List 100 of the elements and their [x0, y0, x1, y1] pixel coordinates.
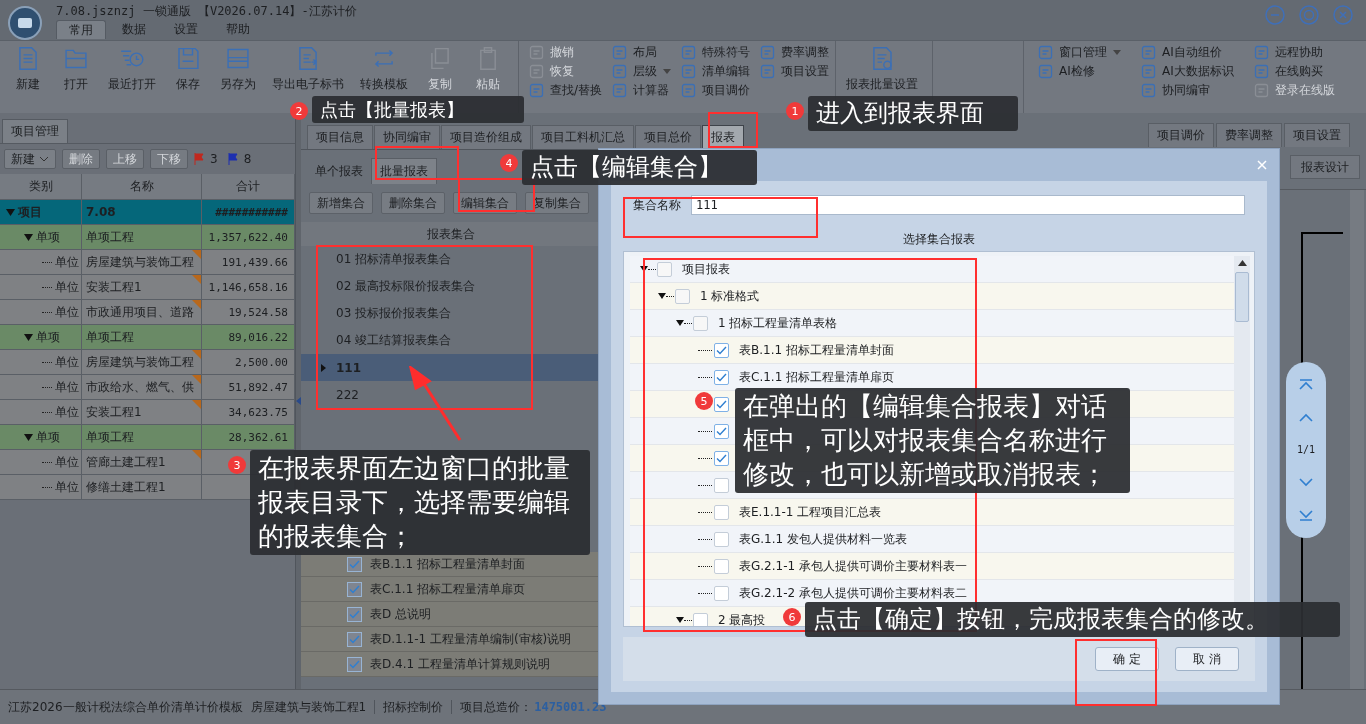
toolbar-button[interactable]: 打开 [54, 43, 98, 93]
content-tab[interactable]: 项目信息 [307, 125, 373, 149]
flag-count: 3 [210, 152, 218, 166]
category-cell: 单位 [55, 478, 79, 496]
toolbar-button[interactable]: 另存为 [214, 43, 262, 93]
checkbox[interactable] [347, 656, 362, 672]
expand-triangle-icon[interactable] [676, 320, 684, 326]
toolbar-button[interactable]: 转换模板 [354, 43, 414, 93]
checkbox[interactable] [693, 612, 708, 626]
report-name: 1 招标工程量清单表格 [718, 314, 838, 332]
page-number: 1/1 [1296, 444, 1316, 456]
toolbar-button[interactable]: 新建 [6, 43, 50, 93]
checkbox[interactable] [347, 606, 362, 622]
toolbar-button[interactable]: 项目调价 [681, 82, 751, 99]
name-cell: 市政通用项目、道路 [86, 303, 194, 321]
checkbox[interactable] [714, 504, 729, 520]
menu-tab[interactable]: 帮助 [214, 20, 262, 39]
toolbar-button[interactable]: 远程协助 [1253, 44, 1335, 61]
checkbox[interactable] [714, 531, 729, 547]
toolbar-button[interactable]: 层级 [612, 63, 672, 80]
checkbox[interactable] [347, 556, 362, 572]
scroll-up-icon[interactable] [1237, 260, 1247, 266]
menu-tab[interactable]: 常用 [56, 20, 106, 39]
report-set-item[interactable]: 04 竣工结算报表集合 [301, 327, 601, 354]
report-set-item[interactable]: 111 [301, 354, 601, 381]
side-tab[interactable]: 项目调价 [1148, 123, 1214, 147]
side-tab[interactable]: 费率调整 [1216, 123, 1282, 147]
menu-tab[interactable]: 数据 [110, 20, 158, 39]
report-tab[interactable]: 单个报表 [307, 158, 371, 184]
status-text: 房屋建筑与装饰工程1 [250, 698, 367, 716]
checkbox[interactable] [714, 342, 729, 358]
minimize-icon[interactable] [1264, 4, 1286, 26]
report-design-button[interactable]: 报表设计 [1290, 155, 1360, 179]
report-name: 项目报表 [682, 260, 730, 278]
set-button[interactable]: 删除集合 [381, 192, 445, 214]
toolbar-button[interactable]: 查找/替换 [529, 82, 603, 99]
checkbox[interactable] [714, 396, 729, 412]
name-input[interactable]: 111 [691, 195, 1245, 215]
toolbar-icon [681, 83, 697, 98]
toolbar-button[interactable]: 协同编审 [1141, 82, 1234, 99]
report-name: 表D 总说明 [370, 605, 432, 623]
previous-page-icon[interactable] [1298, 412, 1314, 423]
toolbar-button[interactable]: 导出电子标书 [266, 43, 350, 93]
total-cell: 1,146,658.16 [208, 280, 288, 294]
report-set-item[interactable]: 03 投标报价报表集合 [301, 300, 601, 327]
toolbar-button[interactable]: AI大数据标识 [1141, 63, 1234, 80]
toolbar-button[interactable]: 项目设置 [760, 63, 830, 80]
report-tab[interactable]: 批量报表 [371, 158, 437, 184]
content-tab[interactable]: 项目造价组成 [441, 125, 531, 149]
toolbar-icon [760, 64, 776, 79]
dialog-button[interactable]: 确 定 [1095, 647, 1159, 671]
content-tab[interactable]: 协同编审 [374, 125, 440, 149]
next-page-icon[interactable] [1298, 477, 1314, 488]
side-tab[interactable]: 项目设置 [1284, 123, 1350, 147]
checkbox[interactable] [675, 288, 690, 304]
toolbar-button[interactable]: AI自动组价 [1141, 44, 1234, 61]
restore-icon[interactable] [1298, 4, 1320, 26]
checkbox[interactable] [714, 477, 729, 493]
set-button[interactable]: 新增集合 [309, 192, 373, 214]
expand-triangle-icon[interactable] [658, 293, 666, 299]
menu-tab[interactable]: 设置 [162, 20, 210, 39]
checkbox[interactable] [714, 450, 729, 466]
checkbox[interactable] [693, 315, 708, 331]
total-cell: 2,500.00 [235, 355, 288, 369]
scroll-thumb[interactable] [1235, 272, 1249, 322]
new-dropdown[interactable]: 新建 [4, 149, 56, 169]
checkbox[interactable] [657, 261, 672, 277]
collapse-arrow-icon[interactable] [296, 397, 301, 405]
name-cell: 市政给水、燃气、供 [86, 378, 194, 396]
toolbar-button[interactable]: AI检修 [1038, 63, 1122, 80]
expand-triangle-icon[interactable] [676, 617, 684, 623]
checkbox[interactable] [347, 581, 362, 597]
toolbar-button[interactable]: 保存 [166, 43, 210, 93]
report-set-item[interactable]: 02 最高投标限价报表集合 [301, 273, 601, 300]
first-page-icon[interactable] [1298, 378, 1314, 391]
checkbox[interactable] [714, 423, 729, 439]
content-tab[interactable]: 项目工料机汇总 [532, 125, 634, 149]
toolbar-button[interactable]: 最近打开 [102, 43, 162, 93]
toolbar-button[interactable]: 费率调整 [760, 44, 830, 61]
close-icon[interactable] [1332, 4, 1354, 26]
checkbox[interactable] [347, 631, 362, 647]
toolbar-button[interactable]: 报表批量设置 [840, 43, 925, 93]
scrollbar[interactable] [1350, 190, 1364, 689]
content-tab[interactable]: 项目总价 [635, 125, 701, 149]
toolbar-button[interactable]: 布局 [612, 44, 672, 61]
checkbox[interactable] [714, 558, 729, 574]
panel-tab[interactable]: 项目管理 [2, 119, 68, 143]
toolbar-button[interactable]: 计算器 [612, 82, 672, 99]
expand-triangle-icon[interactable] [640, 266, 648, 272]
app-logo-icon[interactable] [8, 6, 42, 40]
last-page-icon[interactable] [1298, 509, 1314, 522]
checkbox[interactable] [714, 369, 729, 385]
toolbar-button[interactable]: 窗口管理 [1038, 44, 1122, 61]
set-button[interactable]: 复制集合 [525, 192, 589, 214]
toolbar-icon [1141, 45, 1157, 60]
dialog-button[interactable]: 取 消 [1175, 647, 1239, 671]
toolbar-button[interactable]: 清单编辑 [681, 63, 751, 80]
toolbar-button[interactable]: 特殊符号 [681, 44, 751, 61]
toolbar-button[interactable]: 在线购买 [1253, 63, 1335, 80]
checkbox[interactable] [714, 585, 729, 601]
